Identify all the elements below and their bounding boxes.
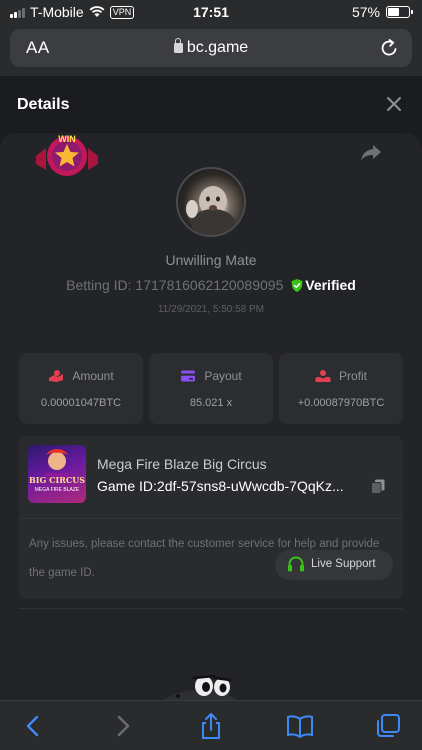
game-name[interactable]: Mega Fire Blaze Big Circus [97,456,267,472]
browser-chrome: AA bc.game [0,24,422,76]
url-text: bc.game [186,39,249,56]
stat-label: Profit [338,369,367,383]
amount-icon [49,370,64,382]
verified-shield-icon [291,279,303,292]
browser-toolbar [0,700,422,750]
game-thumbnail[interactable]: BIG CIRCUS MEGA FIRE BLAZE [28,445,86,503]
share-sheet-icon[interactable] [197,713,225,739]
stat-value: 0.00001047BTC [40,397,122,409]
betting-id-value: 1717816062120089095 [135,277,284,293]
stat-label-row: Payout [149,369,273,383]
back-icon[interactable] [20,713,48,739]
stat-value: 85.021 x [189,397,233,409]
thumbnail-subtitle: MEGA FIRE BLAZE [34,487,80,493]
username: Unwilling Mate [165,252,257,268]
close-icon[interactable] [386,96,402,112]
bet-timestamp: 11/29/2021, 5:50:58 PM [157,304,264,315]
game-id: Game ID:2df-57sns8-uWwcdb-7QqKz... [97,478,367,494]
lock-icon [173,38,183,53]
battery-icon [386,6,413,18]
betting-id-line: Betting ID: 1717816062120089095 Verified [0,277,422,293]
forward-icon[interactable] [108,713,136,739]
reload-icon[interactable] [378,37,400,59]
bookmarks-icon[interactable] [286,713,314,739]
card-icon [181,370,196,382]
stat-label: Amount [72,369,114,383]
status-right: 57% [351,4,413,20]
page-title: Details [17,96,70,113]
win-badge-icon: WIN [36,134,98,176]
betting-id-label: Betting ID: [66,277,132,293]
tabs-icon[interactable] [374,713,402,739]
game-info-box: BIG CIRCUS MEGA FIRE BLAZE Mega Fire Bla… [19,436,403,599]
win-badge-label: WIN [58,134,76,144]
thumbnail-art [44,449,70,481]
divider [19,608,403,609]
status-bar: T-Mobile VPN 17:51 57% [0,0,422,24]
stat-payout: Payout 85.021 x [149,353,273,424]
copy-icon[interactable] [371,479,385,494]
battery-percent: 57% [351,4,380,20]
stat-label-row: Profit [279,369,403,383]
avatar [176,167,246,237]
game-id-label: Game ID: [97,478,157,494]
divider [19,518,403,519]
share-icon[interactable] [360,143,382,163]
live-support-button[interactable]: Live Support [275,550,393,580]
stat-amount: Amount 0.00001047BTC [19,353,143,424]
address-bar[interactable]: AA bc.game [10,29,412,67]
details-header: Details [0,76,422,132]
stat-label: Payout [204,369,242,383]
stat-profit: Profit +0.00087970BTC [279,353,403,424]
game-id-value: 2df-57sns8-uWwcdb-7QqKz... [156,478,344,494]
live-support-label: Live Support [311,558,376,570]
stat-label-row: Amount [19,369,143,383]
thumbnail-title: BIG CIRCUS [29,475,85,485]
headset-icon [288,556,304,572]
stat-value: +0.00087970BTC [297,397,385,409]
url-display[interactable]: bc.game [10,38,412,57]
mascot-icon [162,674,240,702]
profit-icon [315,370,331,382]
verified-label: Verified [305,277,356,293]
